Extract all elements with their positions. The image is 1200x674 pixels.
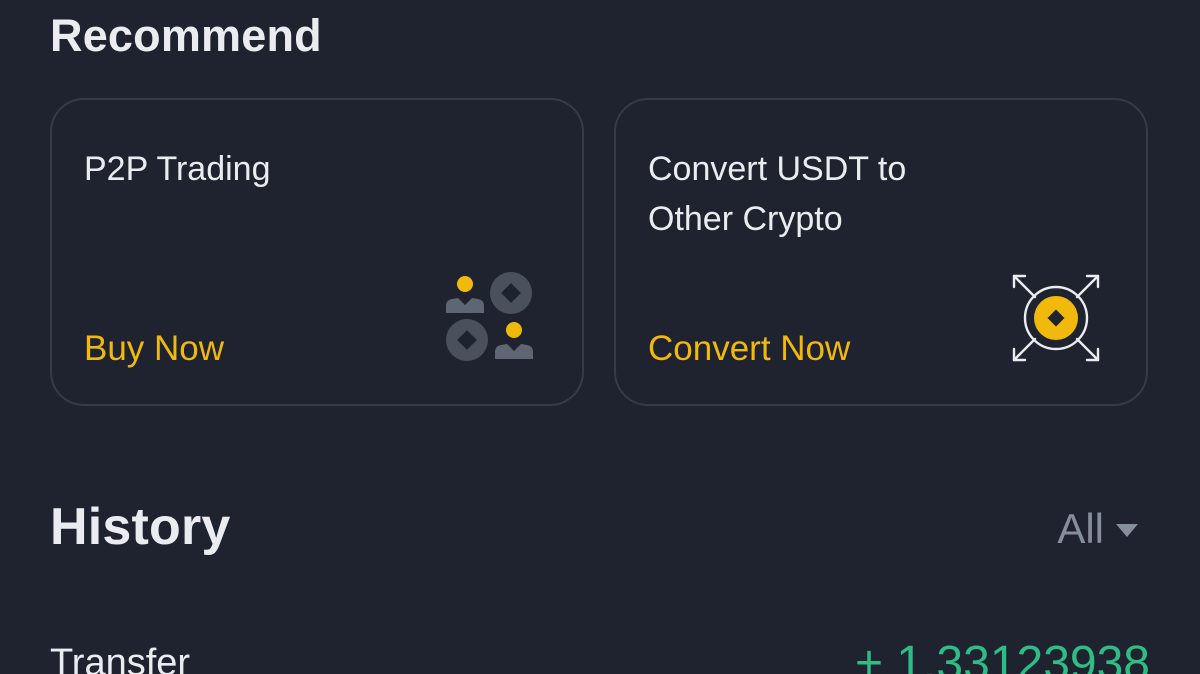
recommend-section-title: Recommend [50,10,322,61]
convert-crypto-card[interactable]: Convert USDT to Other Crypto Convert Now [614,98,1148,406]
history-section-title: History [50,498,231,556]
convert-crypto-card-title: Convert USDT to Other Crypto [648,150,907,238]
history-row-type: Transfer [50,642,191,674]
caret-down-icon [1116,523,1138,537]
buy-now-link[interactable]: Buy Now [84,326,224,372]
history-filter-dropdown[interactable]: All [1057,504,1138,554]
p2p-trading-card[interactable]: P2P Trading Buy Now [50,98,584,406]
convert-now-link[interactable]: Convert Now [648,326,850,372]
p2p-trading-card-title: P2P Trading [84,150,271,188]
history-filter-label: All [1057,505,1104,552]
history-row-amount: + 1.33123938 [855,637,1150,674]
convert-icon [1012,274,1100,362]
p2p-trading-icon [446,272,533,361]
history-row[interactable]: Transfer + 1.33123938 [50,636,1150,674]
